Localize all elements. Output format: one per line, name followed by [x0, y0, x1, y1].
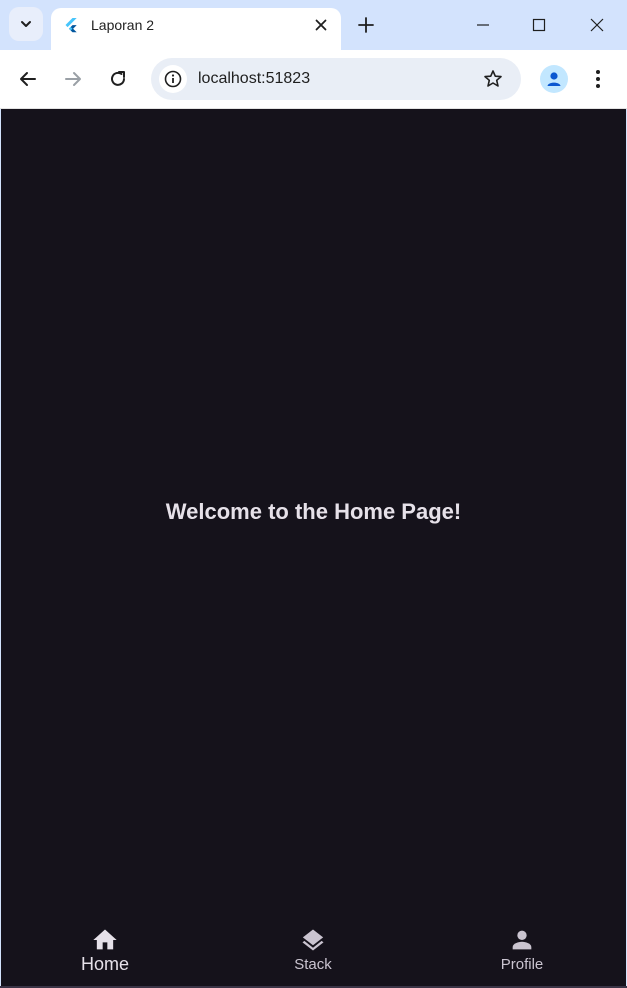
browser-toolbar: localhost:51823: [0, 50, 627, 109]
reload-icon: [111, 71, 125, 86]
bookmark-star-icon[interactable]: [483, 69, 503, 89]
maximize-icon: [532, 18, 546, 32]
tab-search-button[interactable]: [9, 7, 43, 41]
nav-label-stack: Stack: [294, 956, 332, 973]
browser-tab[interactable]: Laporan 2: [51, 8, 341, 50]
browser-menu-button[interactable]: [588, 68, 608, 90]
minimize-button[interactable]: [470, 12, 496, 38]
url-text[interactable]: localhost:51823: [198, 70, 310, 88]
app-viewport: Welcome to the Home Page! Home Stack Pro…: [1, 109, 626, 986]
bottom-navigation-bar: Home Stack Profile: [1, 914, 626, 986]
nav-label-home: Home: [80, 954, 129, 974]
info-icon: [164, 70, 182, 88]
profile-avatar-button[interactable]: [540, 65, 568, 93]
arrow-left-icon: [20, 72, 36, 86]
layers-icon: [302, 929, 324, 951]
tab-title: Laporan 2: [91, 17, 155, 33]
nav-label-profile: Profile: [500, 956, 544, 973]
chevron-down-icon: [21, 21, 31, 27]
forward-button[interactable]: [60, 66, 86, 92]
address-bar[interactable]: localhost:51823: [151, 58, 521, 100]
home-icon: [93, 929, 117, 950]
arrow-right-icon: [65, 72, 81, 86]
welcome-heading: Welcome to the Home Page!: [165, 499, 462, 524]
browser-tab-strip: Laporan 2: [0, 0, 627, 50]
nav-item-profile[interactable]: Profile: [462, 914, 582, 986]
new-tab-icon[interactable]: [357, 16, 375, 34]
flutter-icon: [65, 18, 77, 33]
account-icon: [547, 72, 561, 86]
maximize-button[interactable]: [526, 12, 552, 38]
close-window-button[interactable]: [584, 12, 610, 38]
nav-item-home[interactable]: Home: [45, 914, 165, 986]
minimize-icon: [477, 24, 489, 26]
nav-item-stack[interactable]: Stack: [253, 914, 373, 986]
close-icon: [590, 18, 604, 32]
more-vert-icon: [596, 70, 600, 88]
reload-button[interactable]: [105, 66, 131, 92]
person-icon: [512, 930, 532, 950]
site-info-button[interactable]: [159, 65, 187, 93]
back-button[interactable]: [15, 66, 41, 92]
close-tab-icon[interactable]: [313, 17, 329, 33]
